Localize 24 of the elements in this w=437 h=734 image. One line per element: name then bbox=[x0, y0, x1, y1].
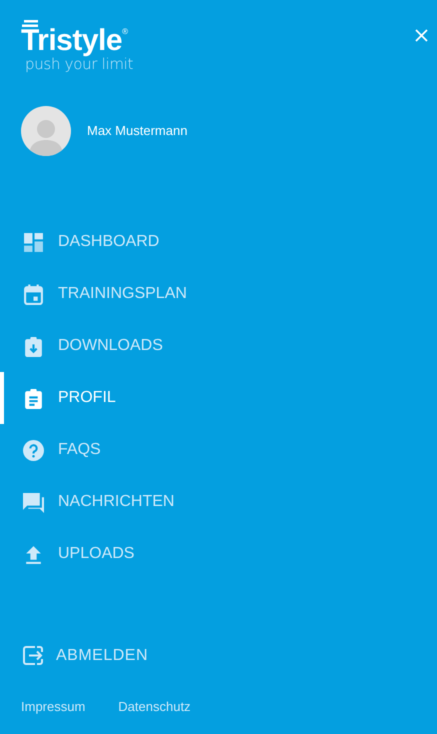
registered-mark: ® bbox=[122, 27, 128, 37]
nav-item[interactable]: TRAININGSPLAN bbox=[0, 268, 437, 320]
upload-icon bbox=[23, 544, 44, 564]
user-name: Max Mustermann bbox=[87, 122, 188, 140]
nav-item[interactable]: DASHBOARD bbox=[0, 216, 437, 268]
clipboard-download-icon bbox=[23, 336, 44, 356]
nav-item[interactable]: UPLOADS bbox=[0, 528, 437, 580]
logo-lines-icon bbox=[22, 20, 38, 27]
logo-wordmark: Tristyle bbox=[21, 27, 122, 55]
nav-item[interactable]: NACHRICHTEN bbox=[0, 476, 437, 528]
nav-item[interactable]: PROFIL bbox=[0, 372, 437, 424]
logout-icon bbox=[23, 646, 44, 665]
logo-tagline: push your limit bbox=[25, 55, 134, 73]
footer-link[interactable]: Impressum bbox=[21, 696, 86, 716]
calendar-icon bbox=[23, 284, 44, 304]
footer-link[interactable]: Datenschutz bbox=[118, 696, 191, 716]
dashboard-icon bbox=[23, 232, 44, 252]
logout-link[interactable]: ABMELDEN bbox=[0, 636, 437, 676]
help-icon bbox=[23, 440, 44, 460]
chat-icon bbox=[23, 492, 44, 512]
clipboard-text-icon bbox=[23, 388, 44, 408]
nav-item[interactable]: FAQS bbox=[0, 424, 437, 476]
avatar bbox=[21, 106, 71, 156]
nav-item[interactable]: DOWNLOADS bbox=[0, 320, 437, 372]
